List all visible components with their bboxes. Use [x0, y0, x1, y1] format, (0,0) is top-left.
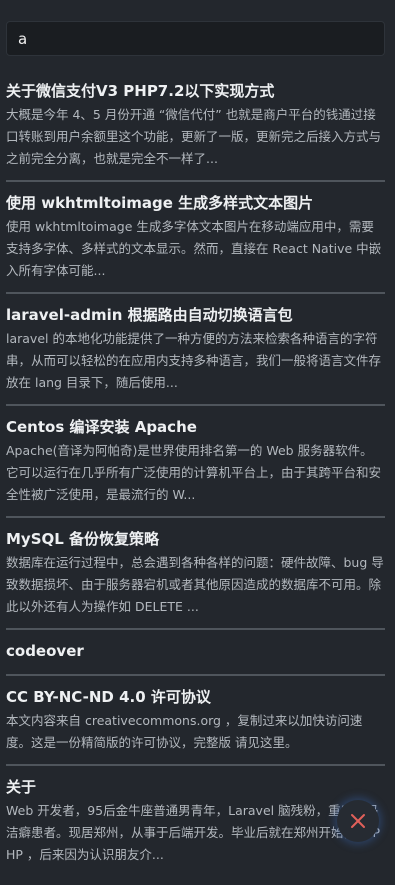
- result-excerpt: Apache(音译为阿帕奇)是世界使用排名第一的 Web 服务器软件。它可以运行…: [6, 443, 382, 502]
- result-item[interactable]: laravel-admin 根据路由自动切换语言包 laravel 的本地化功能…: [6, 303, 385, 406]
- result-excerpt: Web 开发者，95后金牛座普通男青年，Laravel 脑残粉，重度代码洁癖患者…: [6, 803, 381, 862]
- search-box[interactable]: [6, 21, 385, 56]
- result-item[interactable]: 关于微信支付V3 PHP7.2以下实现方式 大概是今年 4、5 月份开通 “微信…: [6, 79, 385, 182]
- result-title: CC BY-NC-ND 4.0 许可协议: [6, 688, 211, 706]
- search-input[interactable]: [7, 22, 384, 55]
- result-title: codeover: [6, 642, 84, 660]
- close-button[interactable]: [337, 800, 379, 842]
- search-results: 关于微信支付V3 PHP7.2以下实现方式 大概是今年 4、5 月份开通 “微信…: [6, 79, 385, 885]
- close-icon: [351, 814, 365, 828]
- result-excerpt: 本文内容来自 creativecommons.org ，复制过来以加快访问速度。…: [6, 713, 363, 750]
- result-item[interactable]: Centos 编译安装 Apache Apache(音译为阿帕奇)是世界使用排名…: [6, 415, 385, 518]
- result-excerpt: 数据库在运行过程中，总会遇到各种各样的问题：硬件故障、bug 导致数据损坏、由于…: [6, 555, 384, 614]
- result-excerpt: 大概是今年 4、5 月份开通 “微信代付” 也就是商户平台的钱通过接口转账到用户…: [6, 107, 382, 166]
- result-title: laravel-admin 根据路由自动切换语言包: [6, 306, 293, 324]
- result-item[interactable]: 关于 Web 开发者，95后金牛座普通男青年，Laravel 脑残粉，重度代码洁…: [6, 775, 385, 876]
- result-title: 使用 wkhtmltoimage 生成多样式文本图片: [6, 194, 314, 212]
- result-title: 关于: [6, 778, 37, 796]
- result-excerpt: 使用 wkhtmltoimage 生成多字体文本图片在移动端应用中，需要支持多字…: [6, 219, 382, 278]
- result-item[interactable]: codeover: [6, 639, 385, 676]
- result-item[interactable]: CC BY-NC-ND 4.0 许可协议 本文内容来自 creativecomm…: [6, 685, 385, 766]
- result-title: MySQL 备份恢复策略: [6, 530, 160, 548]
- result-title: 关于微信支付V3 PHP7.2以下实现方式: [6, 82, 275, 100]
- result-title: Centos 编译安装 Apache: [6, 418, 197, 436]
- result-excerpt: laravel 的本地化功能提供了一种方便的方法来检索各种语言的字符串，从而可以…: [6, 331, 382, 390]
- result-item[interactable]: MySQL 备份恢复策略 数据库在运行过程中，总会遇到各种各样的问题：硬件故障、…: [6, 527, 385, 630]
- result-item[interactable]: 使用 wkhtmltoimage 生成多样式文本图片 使用 wkhtmltoim…: [6, 191, 385, 294]
